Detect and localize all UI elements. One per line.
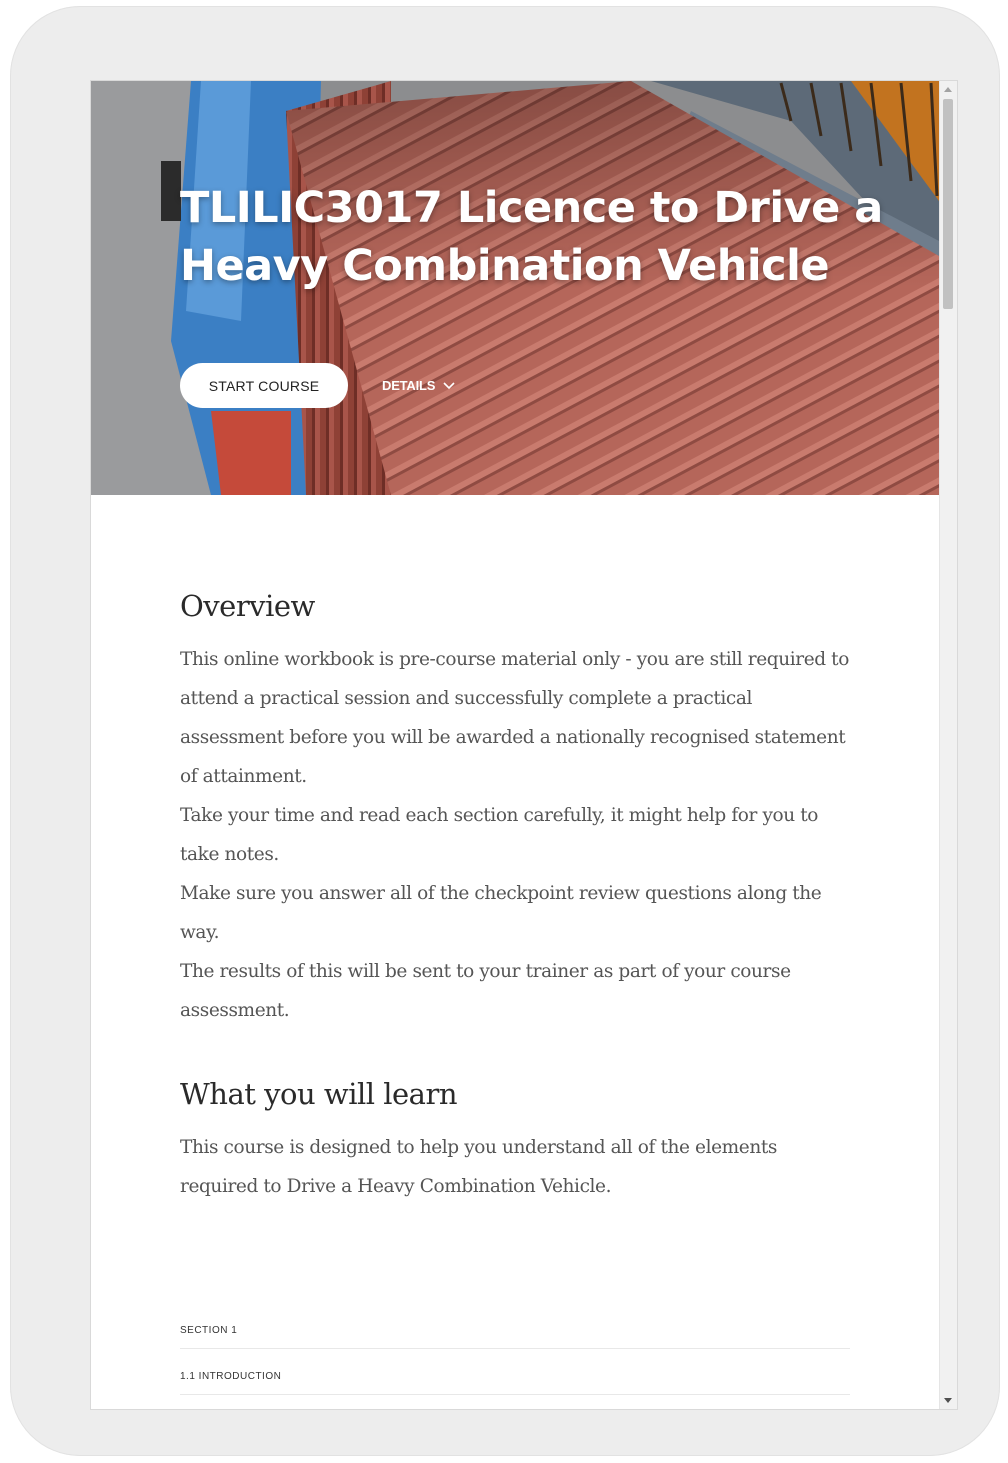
- overview-paragraph: The results of this will be sent to your…: [180, 961, 791, 1021]
- scroll-down-arrow-icon[interactable]: [944, 1398, 952, 1403]
- section-label: SECTION 1: [180, 1325, 238, 1336]
- section-header: SECTION 1: [180, 1302, 850, 1349]
- overview-heading: Overview: [180, 589, 315, 623]
- start-course-button[interactable]: START COURSE: [180, 363, 348, 408]
- tablet-frame: TLILIC3017 Licence to Drive a Heavy Comb…: [10, 6, 1000, 1456]
- overview-paragraph: This online workbook is pre-course mater…: [180, 649, 849, 787]
- vertical-scrollbar[interactable]: [939, 81, 957, 1409]
- course-page: TLILIC3017 Licence to Drive a Heavy Comb…: [91, 81, 939, 1409]
- details-label: DETAILS: [382, 378, 436, 393]
- overview-paragraph: Make sure you answer all of the checkpoi…: [180, 883, 822, 943]
- lesson-label: 1.1 INTRODUCTION: [180, 1371, 282, 1382]
- overview-paragraph: Take your time and read each section car…: [180, 805, 819, 865]
- learn-heading: What you will learn: [180, 1077, 458, 1111]
- browser-viewport: TLILIC3017 Licence to Drive a Heavy Comb…: [90, 80, 958, 1410]
- learn-paragraph: This course is designed to help you unde…: [180, 1137, 777, 1197]
- learn-text: This course is designed to help you unde…: [180, 1128, 860, 1206]
- scroll-up-arrow-icon[interactable]: [944, 87, 952, 92]
- course-hero: TLILIC3017 Licence to Drive a Heavy Comb…: [91, 81, 939, 495]
- scroll-thumb[interactable]: [943, 99, 953, 309]
- chevron-down-icon: [443, 381, 455, 389]
- lesson-item[interactable]: 1.1 INTRODUCTION: [180, 1348, 850, 1395]
- course-title: TLILIC3017 Licence to Drive a Heavy Comb…: [180, 183, 883, 291]
- overview-text: This online workbook is pre-course mater…: [180, 640, 860, 1030]
- details-toggle[interactable]: DETAILS: [382, 363, 455, 408]
